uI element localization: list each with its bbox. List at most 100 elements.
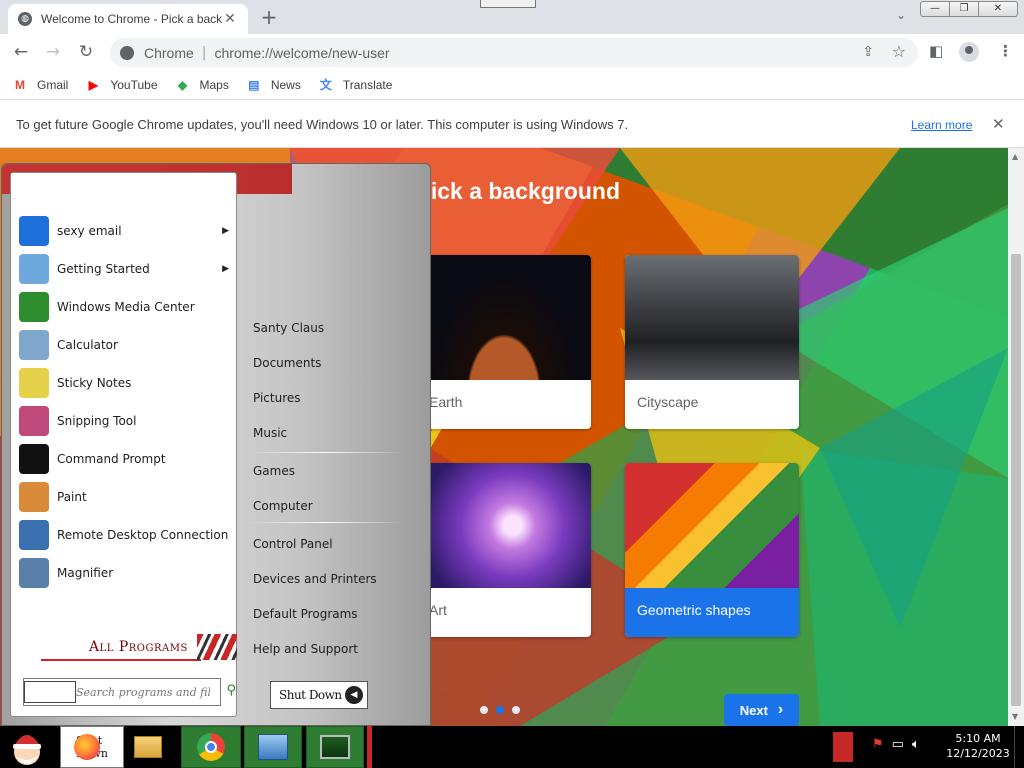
back-arrow-icon[interactable]: ← (10, 41, 32, 63)
start-right-music[interactable]: Music (253, 426, 287, 440)
start-right-devices-and-printers[interactable]: Devices and Printers (253, 572, 377, 586)
side-panel-icon[interactable]: ◧ (929, 42, 943, 60)
start-program-snipping-tool[interactable]: Snipping Tool (19, 404, 229, 438)
start-button[interactable] (2, 726, 52, 768)
shutdown-options-icon[interactable]: ◀ (345, 686, 363, 704)
taskbar-control-panel[interactable] (244, 726, 302, 768)
all-programs-button[interactable]: All Programs (41, 630, 237, 664)
action-center-icon[interactable]: ⚑ (872, 737, 884, 752)
infobar-close-icon[interactable]: ✕ (992, 115, 1005, 133)
start-right-default-programs[interactable]: Default Programs (253, 607, 358, 621)
snipping-tool-icon (19, 406, 49, 436)
learn-more-link[interactable]: Learn more (911, 118, 972, 132)
start-search-box[interactable]: ⚲ (23, 678, 236, 706)
sticky-notes-icon (19, 368, 49, 398)
program-label: Calculator (57, 338, 118, 352)
start-right-games[interactable]: Games (253, 464, 295, 478)
start-program-paint[interactable]: Paint (19, 480, 229, 514)
taskbar-explorer[interactable] (128, 726, 168, 768)
reload-icon[interactable]: ↻ (75, 41, 97, 63)
earth-thumbnail (417, 255, 591, 380)
start-right-separator (247, 452, 402, 453)
taskbar-remote-desktop[interactable] (306, 726, 364, 768)
program-label: Getting Started (57, 262, 150, 276)
show-desktop-button[interactable] (1014, 726, 1024, 768)
volume-icon[interactable]: 🔈︎ (912, 737, 920, 752)
background-card-cityscape[interactable]: Cityscape (625, 255, 799, 429)
scroll-thumb[interactable] (1011, 254, 1021, 706)
start-program-calculator[interactable]: Calculator (19, 328, 229, 362)
tab-close-icon[interactable]: ✕ (222, 11, 238, 27)
shutdown-button[interactable]: Shut Down ◀ (270, 681, 368, 709)
network-icon[interactable]: ▭ (892, 737, 904, 752)
next-button[interactable]: Next › (724, 694, 799, 726)
start-right-santy-claus[interactable]: Santy Claus (253, 321, 324, 335)
submenu-arrow-icon[interactable]: ▶ (222, 264, 229, 274)
tray-notification-flag[interactable] (833, 732, 853, 762)
background-card-earth[interactable]: Earth (417, 255, 591, 429)
taskbar-firefox[interactable] (72, 726, 102, 768)
translate-icon: 文 (319, 77, 332, 92)
start-right-help-and-support[interactable]: Help and Support (253, 642, 358, 656)
bookmark-youtube[interactable]: ▶ YouTube (85, 77, 158, 92)
next-label: Next (739, 702, 768, 718)
bookmark-news[interactable]: ▤ News (246, 78, 301, 92)
start-program-sexy-email[interactable]: sexy email ▶ (19, 214, 229, 248)
profile-avatar[interactable] (959, 42, 979, 62)
taskbar-chrome[interactable] (181, 726, 241, 768)
start-search-input[interactable] (76, 681, 210, 703)
bookmark-label: Gmail (37, 77, 69, 92)
page-scrollbar[interactable]: ▲ ▼ (1008, 148, 1024, 726)
santa-start-icon (13, 735, 41, 765)
pagination-dot[interactable] (480, 706, 488, 714)
restore-button[interactable]: ❐ (949, 1, 979, 17)
bookmark-star-icon[interactable]: ☆ (892, 42, 906, 61)
taskbar-red-divider (367, 726, 372, 768)
cityscape-thumbnail (625, 255, 799, 380)
magnifier-icon (19, 558, 49, 588)
start-right-control-panel[interactable]: Control Panel (253, 537, 333, 551)
program-label: Paint (57, 490, 87, 504)
chrome-icon (197, 733, 225, 761)
control-panel-icon (258, 734, 288, 760)
scroll-up-icon[interactable]: ▲ (1012, 152, 1018, 161)
start-right-documents[interactable]: Documents (253, 356, 321, 370)
pagination-dot[interactable] (496, 706, 504, 714)
start-program-getting-started[interactable]: Getting Started ▶ (19, 252, 229, 286)
start-right-pictures[interactable]: Pictures (253, 391, 301, 405)
bookmark-label: YouTube (110, 77, 158, 92)
scroll-down-icon[interactable]: ▼ (1012, 712, 1018, 721)
menu-kebab-icon[interactable]: ⋮ (998, 42, 1013, 60)
bookmark-label: Maps (199, 77, 229, 92)
bookmark-gmail[interactable]: M Gmail (12, 78, 68, 92)
bookmark-label: News (270, 77, 301, 92)
all-programs-label: All Programs (89, 639, 188, 655)
background-card-geometric[interactable]: Geometric shapes (625, 463, 799, 637)
paint-icon (19, 482, 49, 512)
tab-search-icon[interactable]: ⌄ (896, 8, 906, 22)
all-programs-underline (41, 659, 201, 661)
search-icon[interactable]: ⚲ (226, 683, 236, 698)
url-text[interactable]: chrome://welcome/new-user (215, 45, 390, 61)
new-tab-button[interactable]: + (258, 6, 280, 28)
start-program-command-prompt[interactable]: Command Prompt (19, 442, 229, 476)
minimize-button[interactable]: — (920, 1, 950, 17)
forward-arrow-icon[interactable]: → (42, 41, 64, 63)
submenu-arrow-icon[interactable]: ▶ (222, 226, 229, 236)
folder-icon (134, 736, 162, 758)
system-clock[interactable]: 5:10 AM 12/12/2023 (946, 731, 1010, 761)
bookmark-maps[interactable]: ◆ Maps (175, 78, 229, 92)
remote-desktop-icon (19, 520, 49, 550)
pagination-dot[interactable] (512, 706, 520, 714)
bookmark-translate[interactable]: 文 Translate (318, 78, 393, 92)
address-bar[interactable]: Chrome | chrome://welcome/new-user ⇪ ☆ (110, 38, 918, 67)
start-program-remote-desktop-connection[interactable]: Remote Desktop Connection (19, 518, 229, 552)
start-program-magnifier[interactable]: Magnifier (19, 556, 229, 590)
start-program-sticky-notes[interactable]: Sticky Notes (19, 366, 229, 400)
tab-welcome[interactable]: ◍ Welcome to Chrome - Pick a background … (8, 4, 248, 34)
share-icon[interactable]: ⇪ (862, 44, 874, 60)
start-program-windows-media-center[interactable]: Windows Media Center (19, 290, 229, 324)
start-right-computer[interactable]: Computer (253, 499, 313, 513)
close-window-button[interactable]: ✕ (978, 1, 1018, 17)
background-card-art[interactable]: Art (417, 463, 591, 637)
